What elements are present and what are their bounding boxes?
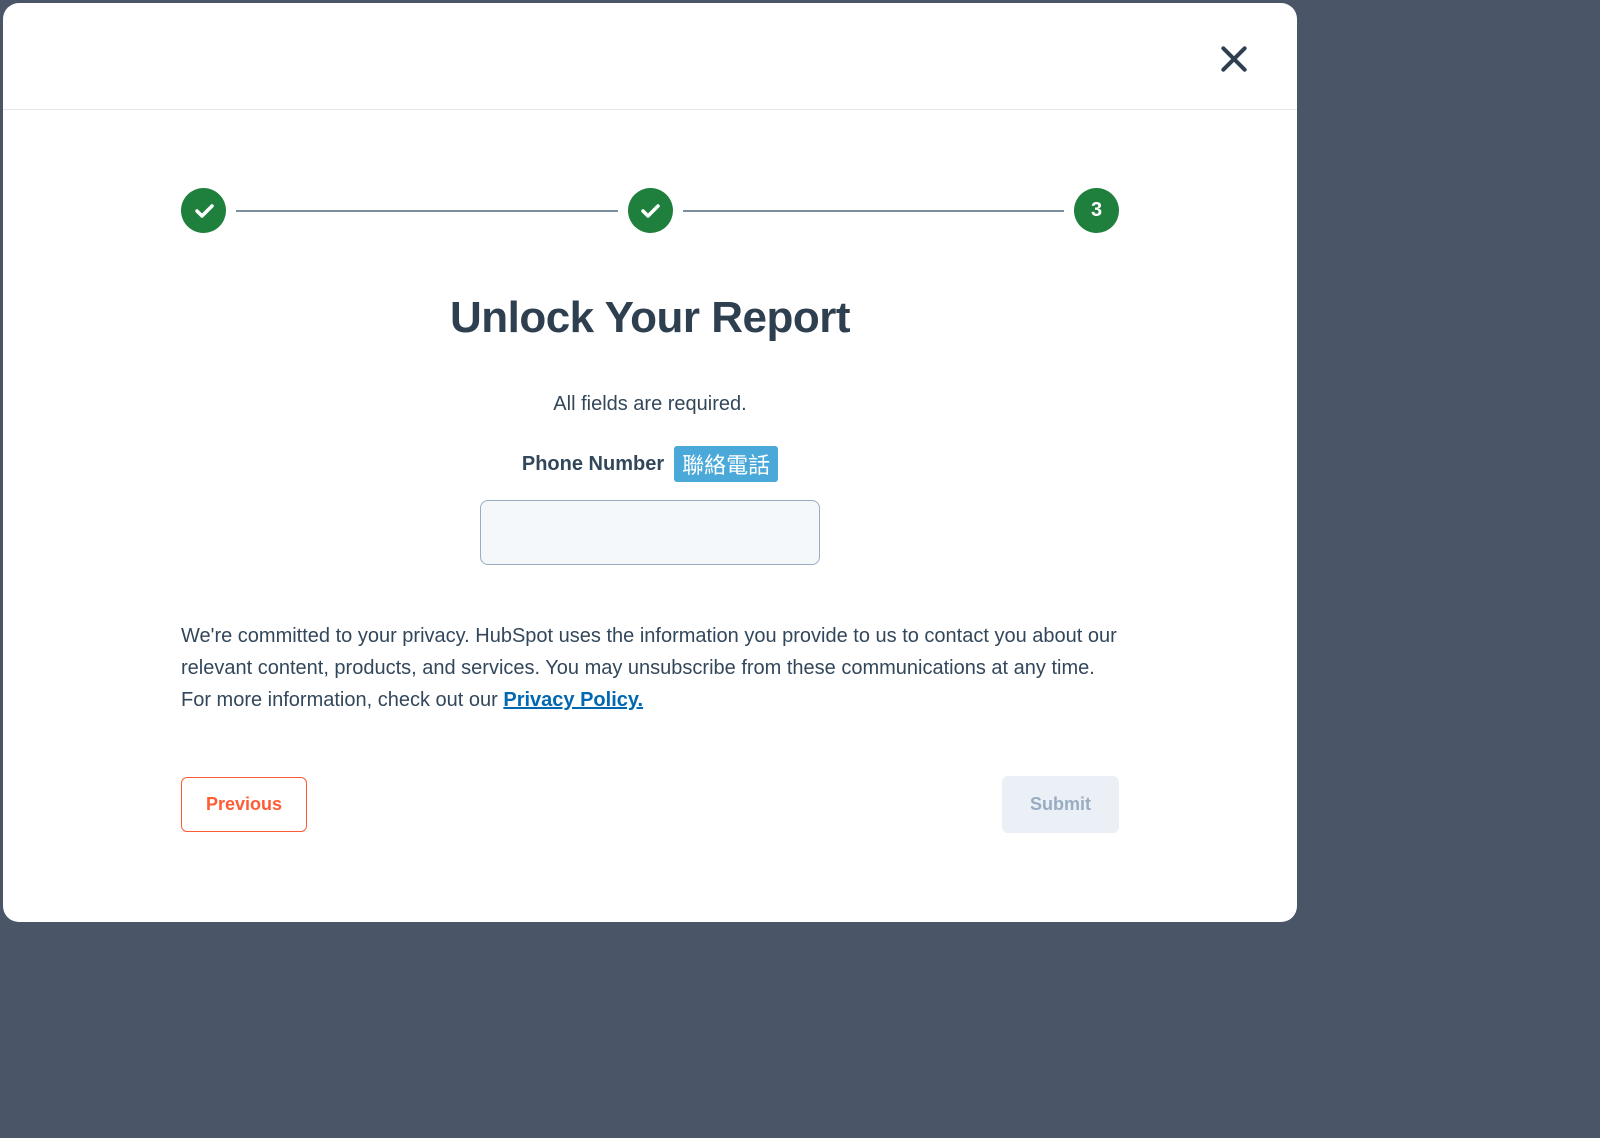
- check-icon: [638, 199, 662, 223]
- close-icon: [1218, 43, 1250, 75]
- previous-button[interactable]: Previous: [181, 777, 307, 832]
- close-button[interactable]: [1216, 41, 1252, 77]
- check-icon: [192, 199, 216, 223]
- required-fields-note: All fields are required.: [181, 393, 1119, 416]
- modal-body: 3 Unlock Your Report All fields are requ…: [3, 188, 1297, 833]
- step-line-2: [683, 210, 1065, 212]
- modal-dialog: 3 Unlock Your Report All fields are requ…: [3, 3, 1297, 922]
- stepper: 3: [181, 188, 1119, 233]
- step-line-1: [236, 210, 618, 212]
- modal-header: [3, 3, 1297, 110]
- step-1-complete: [181, 188, 226, 233]
- translate-badge[interactable]: 聯絡電話: [674, 446, 778, 482]
- page-title: Unlock Your Report: [181, 293, 1119, 343]
- privacy-policy-link[interactable]: Privacy Policy.: [503, 689, 643, 711]
- privacy-text-body: We're committed to your privacy. HubSpot…: [181, 625, 1117, 711]
- phone-input[interactable]: [480, 500, 820, 565]
- step-3-current: 3: [1074, 188, 1119, 233]
- step-2-complete: [628, 188, 673, 233]
- phone-form-group: Phone Number 聯絡電話: [181, 446, 1119, 565]
- phone-label-row: Phone Number 聯絡電話: [522, 446, 778, 482]
- privacy-text: We're committed to your privacy. HubSpot…: [181, 620, 1119, 716]
- submit-button[interactable]: Submit: [1002, 776, 1119, 833]
- button-row: Previous Submit: [181, 776, 1119, 833]
- phone-label: Phone Number: [522, 453, 664, 476]
